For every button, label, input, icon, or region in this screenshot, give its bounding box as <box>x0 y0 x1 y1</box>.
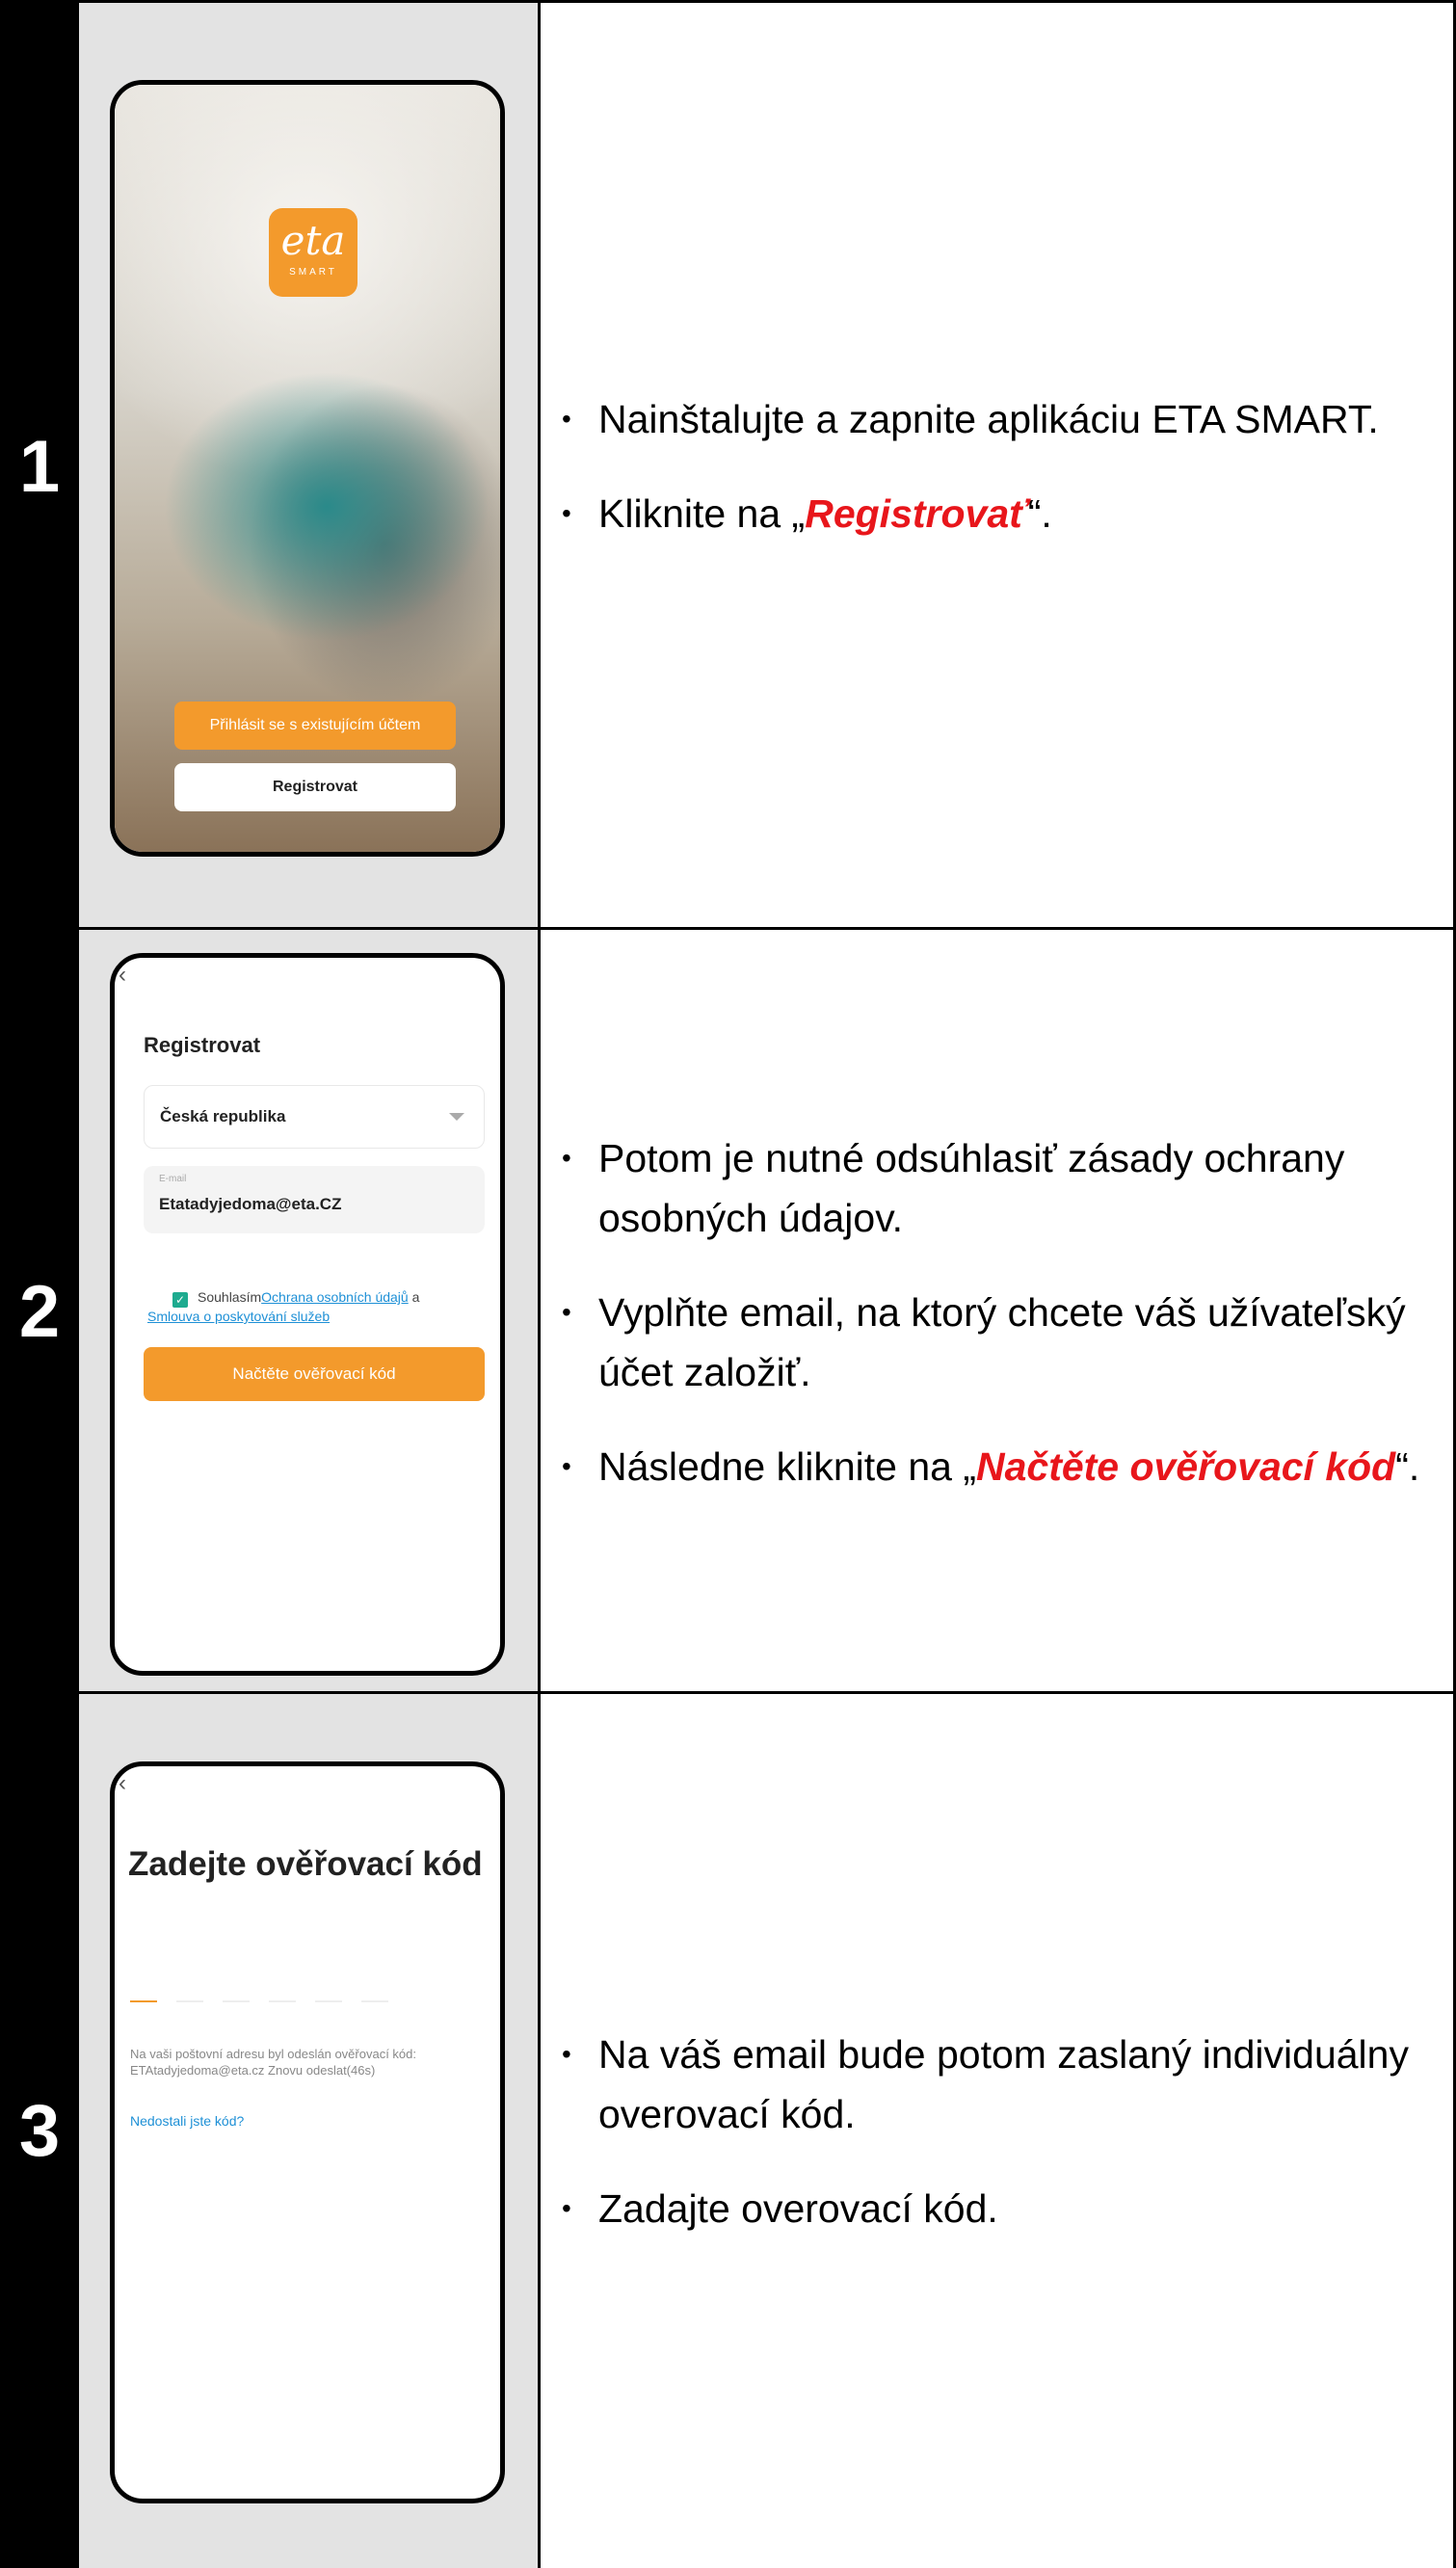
step-row-2: 2 ‹ Registrovat Česká republika E-mail E… <box>0 927 1456 1694</box>
bullet-item: • Kliknite na „Registrovať“. <box>562 491 1052 536</box>
didnt-receive-code-link[interactable]: Nedostali jste kód? <box>130 2113 244 2129</box>
instruction-table: 1 eta SMART Přihlásit se s existujícím ú… <box>0 0 1456 2568</box>
bullet-item: • Na váš email bude potom zaslaný individ… <box>562 2031 1409 2136</box>
emphasis-text: Načtěte ověřovací kód <box>975 1443 1396 1489</box>
page-title: Zadejte ověřovací kód <box>128 1845 483 1883</box>
email-field[interactable]: E-mail Etatadyjedoma@eta.CZ <box>144 1166 485 1233</box>
bullet-item: • Nainštalujte a zapnite aplikáciu ETA SM… <box>562 397 1379 441</box>
bullet-item: • Zadajte overovací kód. <box>562 2185 998 2231</box>
code-input[interactable] <box>130 1990 408 2007</box>
get-verification-code-button[interactable]: Načtěte ověřovací kód <box>144 1347 485 1401</box>
service-agreement-link[interactable]: Smlouva o poskytování služeb <box>147 1309 330 1324</box>
privacy-policy-link[interactable]: Ochrana osobních údajů <box>261 1289 409 1305</box>
step-row-3: 3 ‹ Zadejte ověřovací kód Na vaši poštov… <box>0 1691 1456 2568</box>
bullet-item: • Následne kliknite na „Načtěte ověřovací… <box>562 1443 1420 1489</box>
code-digit-slot <box>315 2000 342 2002</box>
instructions-cell: • Potom je nutné odsúhlasiť zásady ochran… <box>541 930 1456 1694</box>
back-arrow-icon[interactable]: ‹ <box>119 1770 126 1797</box>
step-number: 2 <box>0 930 79 1694</box>
phone-screen-register: ‹ Registrovat Česká republika E-mail Eta… <box>110 953 505 1676</box>
checkbox-checked-icon[interactable]: ✓ <box>172 1292 188 1308</box>
code-sent-info: Na vaši poštovní adresu byl odeslán ověř… <box>130 2047 417 2078</box>
login-existing-account-button[interactable]: Přihlásit se s existujícím účtem <box>174 702 456 750</box>
screenshot-cell: ‹ Zadejte ověřovací kód Na vaši poštovní… <box>79 1694 541 2568</box>
screenshot-cell: eta SMART Přihlásit se s existujícím účt… <box>79 3 541 930</box>
register-button[interactable]: Registrovat <box>174 763 456 811</box>
step-row-1: 1 eta SMART Přihlásit se s existujícím ú… <box>0 0 1456 930</box>
code-digit-slot <box>269 2000 296 2002</box>
bullet-item: • Potom je nutné odsúhlasiť zásady ochran… <box>562 1135 1345 1240</box>
phone-screen-verify: ‹ Zadejte ověřovací kód Na vaši poštovní… <box>110 1761 505 2503</box>
chevron-down-icon <box>449 1113 464 1121</box>
step-number: 3 <box>0 1694 79 2568</box>
instructions-cell: • Nainštalujte a zapnite aplikáciu ETA SM… <box>541 3 1456 930</box>
step-number: 1 <box>0 3 79 930</box>
phone-screen-welcome: eta SMART Přihlásit se s existujícím účt… <box>110 80 505 857</box>
code-digit-slot <box>223 2000 250 2002</box>
screenshot-cell: ‹ Registrovat Česká republika E-mail Eta… <box>79 930 541 1694</box>
code-digit-slot <box>361 2000 388 2002</box>
code-digit-slot <box>176 2000 203 2002</box>
eta-smart-logo: eta SMART <box>269 208 357 297</box>
emphasis-text: Registrovať <box>805 491 1028 536</box>
instructions-cell: • Na váš email bude potom zaslaný individ… <box>541 1694 1456 2568</box>
page-title: Registrovat <box>144 1033 261 1057</box>
code-digit-slot <box>130 2000 157 2002</box>
bullet-item: • Vyplňte email, na ktorý chcete váš užív… <box>562 1289 1406 1394</box>
country-select[interactable]: Česká republika <box>144 1085 485 1149</box>
agreement-text: ✓ SouhlasímOchrana osobních údajů a Smlou… <box>147 1289 420 1324</box>
back-arrow-icon[interactable]: ‹ <box>119 962 126 989</box>
